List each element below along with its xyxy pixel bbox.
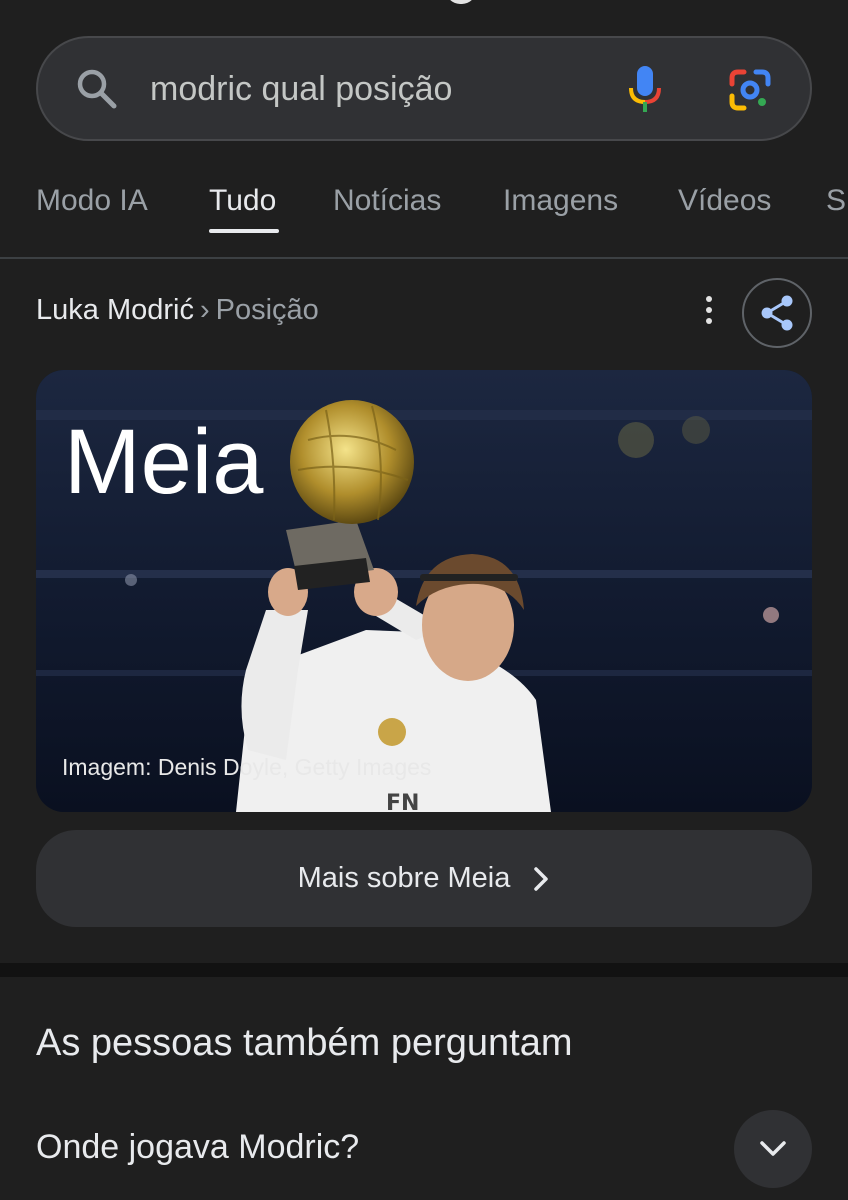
tabs-divider — [0, 257, 848, 259]
search-tabs: Modo IA Tudo Notícias Imagens Vídeos S — [0, 184, 848, 244]
microphone-icon[interactable] — [626, 64, 664, 114]
paa-expand-button[interactable] — [734, 1110, 812, 1188]
svg-text:FN: FN — [386, 791, 419, 812]
share-icon — [761, 295, 793, 331]
breadcrumb-entity[interactable]: Luka Modrić — [36, 294, 194, 326]
section-separator — [0, 963, 848, 977]
search-icon[interactable] — [76, 68, 118, 110]
tab-tudo[interactable]: Tudo — [209, 184, 276, 218]
people-also-ask-title: As pessoas também perguntam — [36, 1022, 573, 1064]
tab-overflow[interactable]: S — [826, 184, 846, 218]
google-lens-icon[interactable] — [728, 68, 772, 112]
more-about-button[interactable]: Mais sobre Meia — [36, 830, 812, 927]
chevron-right-icon — [534, 866, 549, 891]
more-about-label: Mais sobre Meia — [297, 862, 511, 894]
paa-question[interactable]: Onde jogava Modric? — [36, 1128, 359, 1167]
tab-imagens[interactable]: Imagens — [503, 184, 618, 218]
answer-image-card[interactable]: FN Meia Imagem: Denis Doyle, Getty Image… — [36, 370, 812, 812]
image-credit: Imagem: Denis Doyle, Getty Images — [62, 754, 432, 780]
breadcrumb-attribute: Posição — [215, 294, 319, 326]
tab-noticias[interactable]: Notícias — [333, 184, 441, 218]
tab-modo-ia[interactable]: Modo IA — [36, 184, 148, 218]
google-logo-fragment — [446, 0, 476, 4]
active-tab-indicator — [209, 229, 279, 233]
breadcrumb-separator: › — [199, 294, 210, 326]
search-results-page: modric qual posição Modo IA Tudo Notícia… — [0, 0, 848, 1200]
chevron-down-icon — [760, 1141, 786, 1156]
tab-videos[interactable]: Vídeos — [678, 184, 771, 218]
breadcrumb: Luka Modrić › Posição — [36, 294, 319, 327]
search-input[interactable]: modric qual posição — [150, 70, 452, 109]
answer-title: Meia — [64, 411, 264, 513]
more-vert-icon[interactable] — [700, 296, 718, 330]
share-button[interactable] — [742, 278, 812, 348]
